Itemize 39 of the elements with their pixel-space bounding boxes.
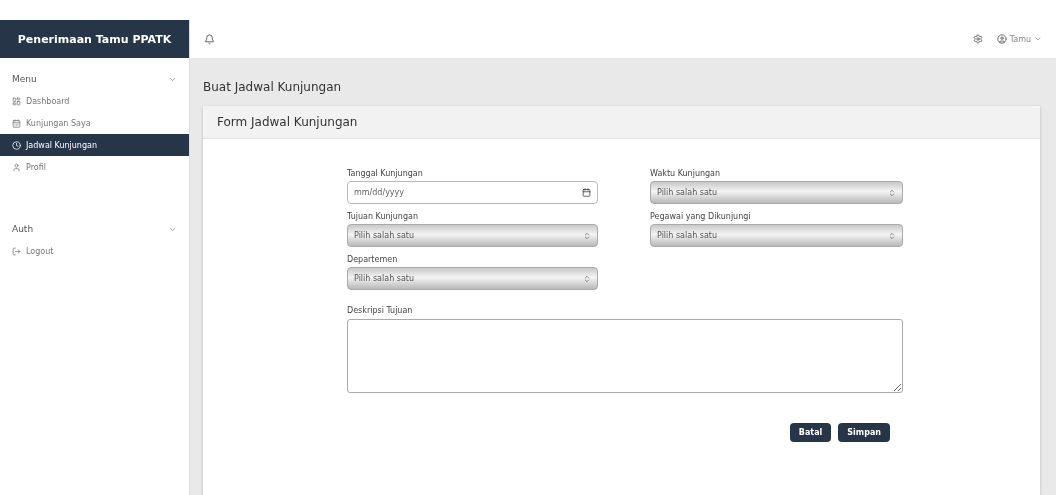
bell-icon[interactable] (204, 33, 215, 45)
cancel-button[interactable]: Batal (789, 423, 832, 442)
settings-icon[interactable] (972, 34, 983, 44)
sidebar-item[interactable]: Jadwal Kunjungan (0, 134, 189, 156)
page-title: Buat Jadwal Kunjungan (203, 80, 343, 94)
user-menu[interactable]: Tamu (996, 34, 1042, 44)
card-title: Form Jadwal Kunjungan (203, 106, 1040, 139)
field-label: Tujuan Kunjungan (347, 212, 419, 221)
section-label: Menu (12, 74, 37, 84)
sidebar-item[interactable]: Logout (0, 240, 189, 262)
date-field[interactable]: mm/dd/yyyy (347, 181, 598, 204)
select-field[interactable]: Pilih salah satu (650, 224, 903, 247)
chevron-down-icon (1034, 35, 1042, 43)
logout-icon (12, 246, 21, 256)
field-label: Tanggal Kunjungan (347, 169, 424, 178)
up-down-arrows-icon (583, 274, 591, 283)
dashboard-icon (12, 96, 21, 106)
calendar-icon (582, 188, 591, 197)
description-field[interactable] (347, 319, 903, 393)
app-title: Penerimaan Tamu PPATK (0, 20, 189, 58)
section-label: Auth (12, 224, 34, 234)
clock-icon (12, 140, 21, 150)
sidebar-item[interactable]: Kunjungan Saya (0, 112, 189, 134)
sidebar-item[interactable]: Profil (0, 156, 189, 178)
calendar-icon (12, 118, 21, 128)
save-button[interactable]: Simpan (838, 423, 890, 442)
select-field[interactable]: Pilih salah satu (347, 267, 598, 290)
field-label: Deskripsi Tujuan (347, 306, 414, 315)
sidebar-item[interactable]: Dashboard (0, 90, 189, 112)
up-down-arrows-icon (583, 231, 591, 240)
user-avatar-icon (996, 34, 1007, 44)
select-field[interactable]: Pilih salah satu (347, 224, 598, 247)
up-down-arrows-icon (888, 231, 896, 240)
field-label: Waktu Kunjungan (650, 169, 722, 178)
up-down-arrows-icon (888, 188, 896, 197)
user-icon (12, 162, 21, 172)
select-field[interactable]: Pilih salah satu (650, 181, 903, 204)
field-label: Departemen (347, 255, 399, 264)
field-label: Pegawai yang Dikunjungi (650, 212, 752, 221)
